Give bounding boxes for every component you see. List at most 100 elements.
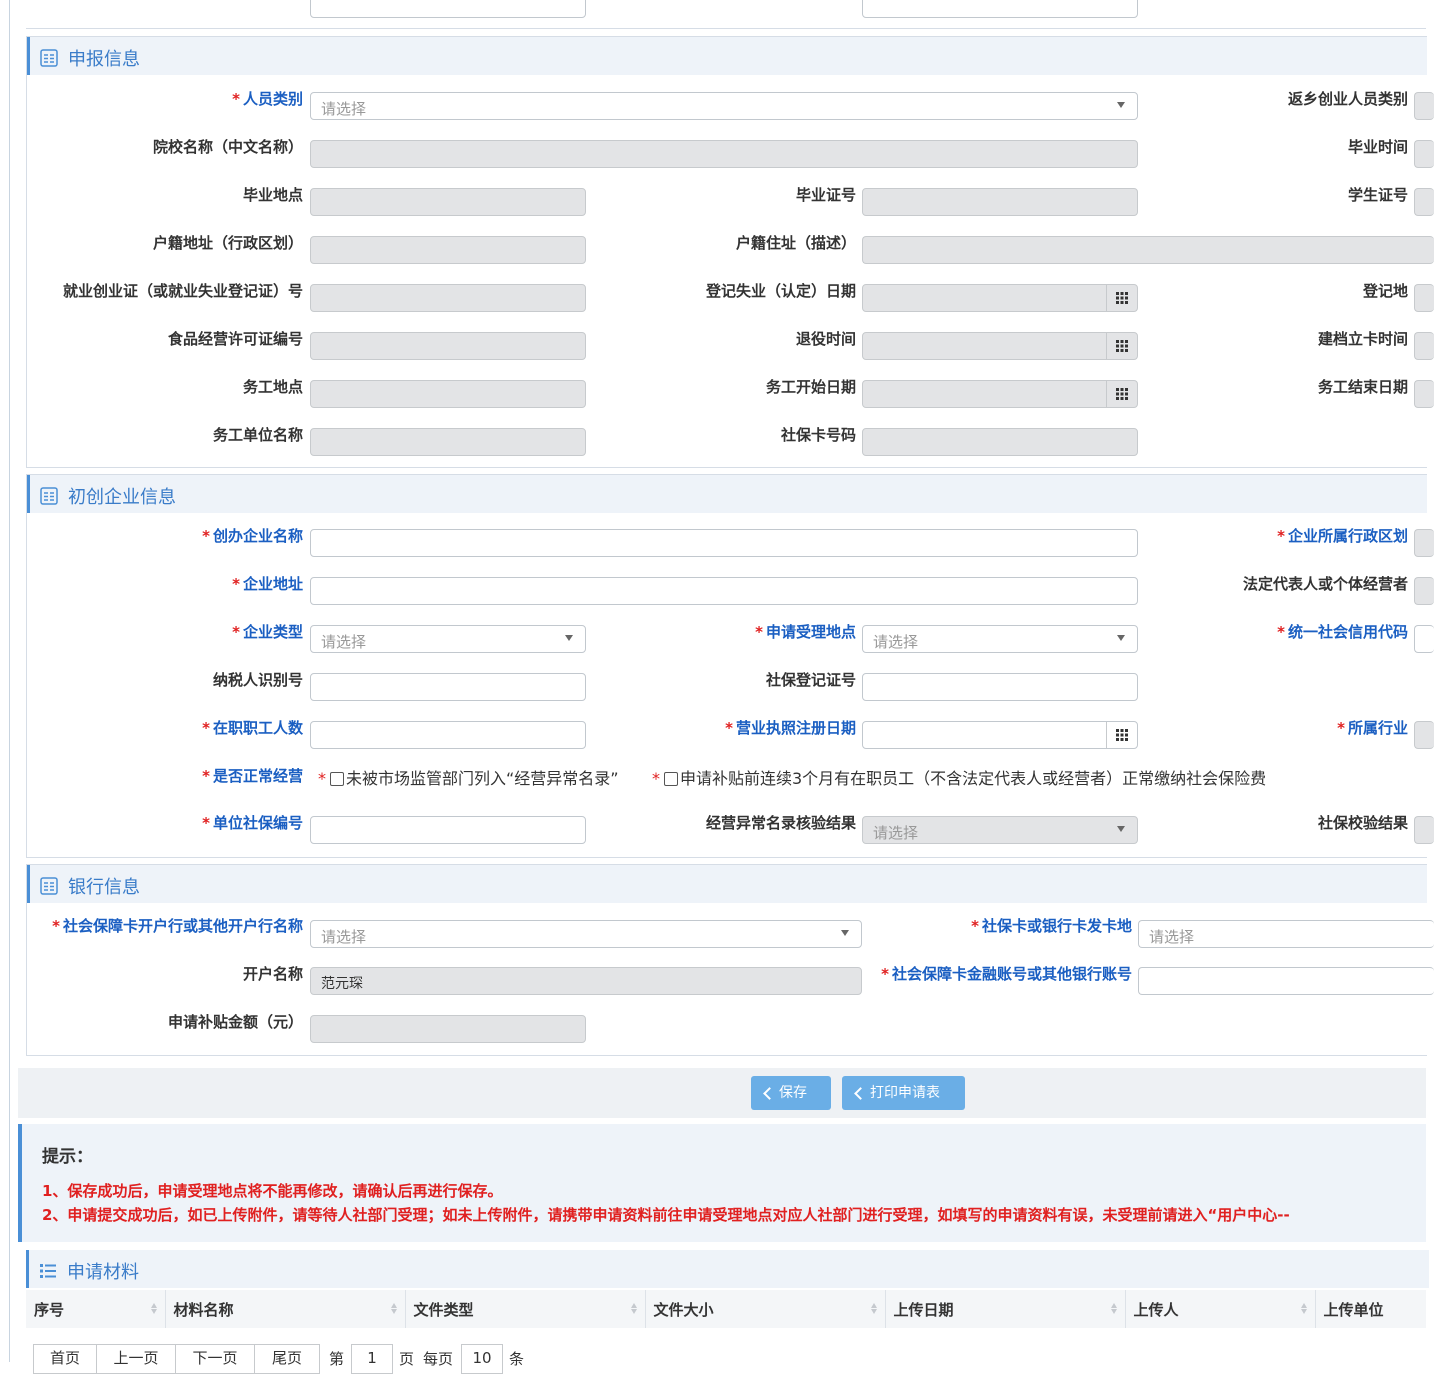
calendar-icon[interactable]: [1106, 722, 1137, 748]
label-accept-place: * 申请受理地点: [755, 623, 856, 641]
work-place-field[interactable]: [310, 380, 586, 408]
tax-id-input[interactable]: [310, 673, 586, 701]
student-id-partial[interactable]: [1414, 188, 1434, 216]
industry-partial[interactable]: [1414, 721, 1434, 749]
label-file-time: 建档立卡时间: [1317, 330, 1408, 348]
person-category-select[interactable]: 请选择: [310, 92, 1138, 120]
print-button[interactable]: 打印申请表: [842, 1076, 965, 1110]
grad-place-field[interactable]: [310, 188, 586, 216]
unit-ss-input[interactable]: [310, 816, 586, 844]
per-page-input[interactable]: 10: [461, 1344, 503, 1374]
col-index[interactable]: 序号: [26, 1290, 166, 1328]
page-prefix: 第: [329, 1350, 345, 1368]
reg-place-partial[interactable]: [1414, 284, 1434, 312]
col-file-type[interactable]: 文件类型: [405, 1290, 646, 1328]
col-uploader[interactable]: 上传人: [1125, 1290, 1316, 1328]
label-abnormal-check: 经营异常名录核验结果: [705, 814, 856, 832]
return-category-partial[interactable]: [1414, 92, 1434, 120]
prev-page-button[interactable]: 上一页: [96, 1344, 176, 1374]
credit-code-partial[interactable]: [1414, 625, 1434, 653]
check-not-abnormal[interactable]: * 未被市场监管部门列入“经营异常名录”: [318, 768, 619, 790]
label-ss-check: 社保校验结果: [1317, 814, 1408, 832]
label-amount: 申请补贴金额（元）: [167, 1013, 303, 1031]
amount-field[interactable]: [310, 1015, 586, 1043]
label-credit-code: * 统一社会信用代码: [1277, 623, 1408, 641]
card-place-select[interactable]: 请选择: [1138, 920, 1434, 948]
employment-cert-field[interactable]: [310, 284, 586, 312]
enterprise-type-select[interactable]: 请选择: [310, 625, 586, 653]
license-date-input[interactable]: [862, 721, 1138, 749]
page-input[interactable]: 1: [351, 1344, 393, 1374]
label-unit-ss: * 单位社保编号: [202, 814, 303, 832]
work-end-partial[interactable]: [1414, 380, 1434, 408]
enterprise-address-input[interactable]: [310, 577, 1138, 605]
grad-cert-field[interactable]: [862, 188, 1138, 216]
legal-rep-partial[interactable]: [1414, 577, 1434, 605]
label-work-unit: 务工单位名称: [212, 426, 303, 444]
label-student-id: 学生证号: [1347, 186, 1408, 204]
last-page-button[interactable]: 尾页: [254, 1344, 320, 1374]
calendar-icon[interactable]: [1106, 285, 1137, 311]
sort-icon: [150, 1302, 157, 1315]
label-work-start: 务工开始日期: [765, 378, 856, 396]
sort-icon: [1300, 1302, 1307, 1315]
sort-icon: [390, 1302, 397, 1315]
label-employees: * 在职职工人数: [202, 719, 303, 737]
col-upload-date[interactable]: 上传日期: [885, 1290, 1126, 1328]
abnormal-check-select[interactable]: 请选择: [862, 816, 1138, 844]
label-grad-time: 毕业时间: [1347, 138, 1408, 156]
label-ss-card: 社保卡号码: [780, 426, 856, 444]
top-input-partial[interactable]: [862, 0, 1138, 18]
materials-table: 序号 材料名称 文件类型 文件大小 上传日期 上传人 上传单位: [26, 1290, 1426, 1328]
top-select-partial[interactable]: [310, 0, 586, 18]
enterprise-name-input[interactable]: [310, 529, 1138, 557]
bank-name-select[interactable]: 请选择: [310, 920, 862, 948]
col-upload-unit[interactable]: 上传单位: [1315, 1290, 1426, 1328]
school-name-field[interactable]: [310, 140, 1138, 168]
save-button[interactable]: 保存: [751, 1076, 831, 1110]
accept-place-select[interactable]: 请选择: [862, 625, 1138, 653]
work-unit-field[interactable]: [310, 428, 586, 456]
household-addr-field[interactable]: [310, 236, 586, 264]
ss-reg-input[interactable]: [862, 673, 1138, 701]
materials-section-title: 申请材料: [67, 1262, 139, 1283]
grad-time-partial[interactable]: [1414, 140, 1434, 168]
label-license-date: * 营业执照注册日期: [725, 719, 856, 737]
checkbox[interactable]: [330, 772, 344, 786]
col-material-name[interactable]: 材料名称: [165, 1290, 406, 1328]
label-industry: * 所属行业: [1337, 719, 1408, 737]
label-ss-reg: 社保登记证号: [765, 671, 856, 689]
label-retire-time: 退役时间: [795, 330, 856, 348]
tips-title: 提示：: [42, 1147, 93, 1167]
account-name-field[interactable]: 范元琛: [310, 967, 862, 995]
work-start-field[interactable]: [862, 380, 1138, 408]
employees-input[interactable]: [310, 721, 586, 749]
sort-icon: [630, 1302, 637, 1315]
enterprise-region-partial[interactable]: [1414, 529, 1434, 557]
label-grad-place: 毕业地点: [242, 186, 303, 204]
chevron-down-icon: [1117, 635, 1125, 641]
checkbox[interactable]: [664, 772, 678, 786]
chevron-down-icon: [1117, 102, 1125, 108]
next-page-button[interactable]: 下一页: [175, 1344, 255, 1374]
calendar-icon[interactable]: [1106, 381, 1137, 407]
report-section-title: 申报信息: [68, 49, 140, 70]
ss-check-partial[interactable]: [1414, 816, 1434, 844]
label-tax-id: 纳税人识别号: [212, 671, 303, 689]
retire-time-field[interactable]: [862, 332, 1138, 360]
calendar-icon[interactable]: [1106, 333, 1137, 359]
first-page-button[interactable]: 首页: [33, 1344, 97, 1374]
food-license-field[interactable]: [310, 332, 586, 360]
file-time-partial[interactable]: [1414, 332, 1434, 360]
household-residence-field[interactable]: [862, 236, 1434, 264]
label-card-place: * 社保卡或银行卡发卡地: [971, 917, 1132, 935]
ss-card-field[interactable]: [862, 428, 1138, 456]
bank-section-title: 银行信息: [68, 877, 140, 898]
account-no-input[interactable]: [1138, 967, 1434, 995]
col-file-size[interactable]: 文件大小: [645, 1290, 886, 1328]
label-grad-cert: 毕业证号: [795, 186, 856, 204]
check-continuous-insurance[interactable]: * 申请补贴前连续3个月有在职员工（不含法定代表人或经营者）正常缴纳社会保险费: [652, 768, 1266, 790]
enterprise-section-title: 初创企业信息: [68, 487, 176, 508]
tips-line-1: 1、保存成功后，申请受理地点将不能再修改，请确认后再进行保存。: [42, 1182, 503, 1200]
unemp-date-field[interactable]: [862, 284, 1138, 312]
